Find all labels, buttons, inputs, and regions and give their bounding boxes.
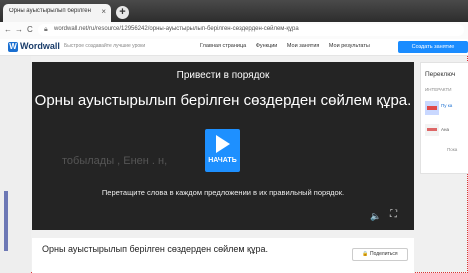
share-button[interactable]: 🔒 Поделиться (352, 248, 408, 261)
game-type-label: Привести в порядок (176, 70, 270, 81)
reload-button[interactable]: C (27, 25, 33, 34)
address-bar: ← → C 🔒︎ wordwall.net/ru/resource/129562… (0, 22, 468, 40)
panel-title: Переключ (425, 71, 456, 78)
site-header: W Wordwall Быстрое создавайте лучшие урок… (0, 39, 468, 56)
close-tab-icon[interactable]: × (101, 7, 106, 16)
start-label: НАЧАТЬ (208, 157, 237, 164)
activity-title: Орны ауыстырылып берілген сөздерден сөйл… (42, 244, 268, 254)
lock-icon: 🔒︎ (44, 26, 48, 33)
tagline: Быстрое создавайте лучшие уроки (64, 43, 146, 49)
create-activity-button[interactable]: Создать занятие (398, 41, 468, 53)
wordwall-logo[interactable]: W Wordwall (8, 41, 60, 52)
tab-title: Орны ауыстырылып берілген (9, 8, 91, 14)
browser-tab-bar: Орны ауыстырылып берілген × + (0, 0, 468, 22)
url-input[interactable]: 🔒︎ wordwall.net/ru/resource/12956242/орн… (38, 24, 464, 36)
panel-subtitle: ИНТЕРАКТИ (425, 87, 452, 92)
side-accent-bar (4, 191, 8, 251)
nav-features[interactable]: Функции (256, 43, 278, 49)
game-instructions: Перетащите слова в каждом предложении в … (101, 188, 345, 197)
browser-tab[interactable]: Орны ауыстырылып берілген × (3, 4, 111, 22)
nav-home[interactable]: Главная страница (200, 43, 246, 49)
words-preview: тобылады , Енен . н, (62, 155, 168, 167)
main-nav: Главная страница Функции Мои занятия Мои… (200, 43, 378, 49)
template-thumbnail[interactable] (425, 124, 439, 136)
sound-icon[interactable]: 🔈 (370, 211, 381, 222)
nav-my-activities[interactable]: Мои занятия (287, 43, 319, 49)
share-label: Поделиться (370, 251, 398, 257)
nav-my-results[interactable]: Мои результаты (329, 43, 370, 49)
template-item[interactable]: Пу ка (441, 103, 452, 109)
show-more-link[interactable]: Пока (447, 147, 457, 152)
template-thumbnail[interactable] (425, 101, 439, 115)
url-text: wordwall.net/ru/resource/12956242/орны-а… (54, 26, 299, 32)
game-title: Орны ауыстырылып берілген сөздерден сөйл… (34, 92, 412, 109)
fullscreen-icon[interactable]: ⛶ (390, 209, 397, 220)
logo-icon: W (8, 42, 18, 52)
logo-text: Wordwall (20, 41, 60, 51)
forward-button[interactable]: → (15, 25, 23, 34)
share-icon: 🔒 (362, 251, 369, 257)
play-icon (216, 135, 230, 153)
start-button[interactable]: НАЧАТЬ (205, 129, 240, 172)
template-item[interactable]: Ана (441, 127, 449, 132)
game-panel[interactable]: Привести в порядок Орны ауыстырылып бері… (32, 62, 414, 230)
back-button[interactable]: ← (4, 25, 12, 34)
switch-template-panel: Переключ ИНТЕРАКТИ Пу ка Ана Пока (420, 62, 468, 174)
new-tab-button[interactable]: + (116, 6, 129, 19)
left-gutter (0, 56, 31, 273)
activity-info: Орны ауыстырылып берілген сөздерден сөйл… (32, 238, 414, 273)
